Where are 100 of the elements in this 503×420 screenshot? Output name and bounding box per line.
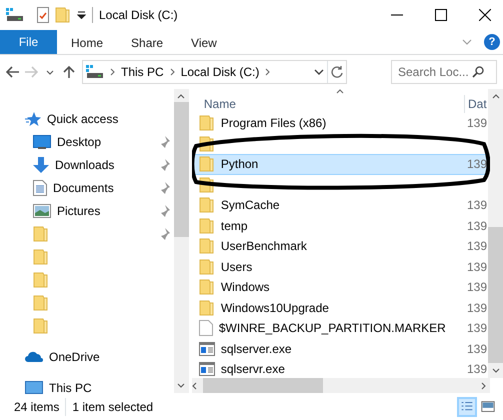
- date-cell-text: 139: [467, 300, 487, 317]
- folder-icon: [198, 115, 215, 132]
- file-name: temp: [220, 218, 249, 235]
- window-icon: [198, 342, 215, 356]
- date-cell-text: 139: [467, 320, 487, 338]
- folder-icon: [33, 248, 49, 264]
- file-row[interactable]: Python 139: [192, 154, 488, 174]
- sidebar-item[interactable]: Downloads: [55, 156, 114, 174]
- file-row[interactable]: $WINRE_BACKUP_PARTITION.MARKER 139: [192, 318, 488, 338]
- file-row[interactable]: sqlserver.exe 139: [192, 338, 488, 359]
- file-name: Program Files (x86): [220, 115, 328, 132]
- cloud-icon: [25, 350, 43, 362]
- sidebar-item[interactable]: Desktop: [57, 132, 102, 150]
- file-name: sqlserver.exe: [220, 340, 293, 358]
- file-row[interactable]: Program Files (x86) 139: [192, 113, 488, 134]
- file-name: Windows10Upgrade: [220, 300, 330, 317]
- chevron-down-icon[interactable]: [314, 69, 324, 75]
- file-name: Windows: [220, 279, 271, 296]
- monitor-icon: [25, 380, 43, 394]
- sidebar-item[interactable]: OneDrive: [49, 348, 100, 366]
- ribbon-tab[interactable]: File: [0, 30, 57, 54]
- file-row[interactable]: Users 139: [192, 256, 488, 277]
- checklist-icon: [37, 7, 49, 23]
- date-cell-text: 139: [467, 279, 487, 296]
- help-button[interactable]: ?: [484, 34, 500, 50]
- file-name: sqlservr.exe: [220, 361, 286, 378]
- chevron-right-icon: [480, 382, 486, 390]
- ribbon-tab[interactable]: View: [177, 30, 231, 55]
- up-arrow-icon[interactable]: [63, 66, 76, 78]
- file-name: Users: [220, 258, 254, 276]
- refresh-icon[interactable]: [331, 66, 343, 78]
- folder-icon: [198, 156, 215, 172]
- file-row[interactable]: Windows 139: [192, 277, 488, 298]
- window-icon: [198, 362, 215, 376]
- folder-icon: [33, 318, 49, 334]
- dropdown-icon[interactable]: [77, 11, 86, 19]
- sidebar-item[interactable]: Pictures: [57, 202, 100, 220]
- file-row[interactable]: Windows10Upgrade 139: [192, 298, 488, 318]
- file-row[interactable]: temp 139: [192, 216, 488, 236]
- breadcrumb-item[interactable]: Local Disk (C:): [180, 63, 260, 81]
- sidebar-item[interactable]: Quick access: [47, 110, 118, 128]
- chevron-down-icon: [492, 368, 500, 373]
- back-arrow-icon[interactable]: [6, 66, 19, 78]
- drive-icon: [6, 8, 24, 22]
- status-text: 1 item selected: [71, 398, 154, 416]
- search-field[interactable]: Search Loc...: [392, 63, 472, 81]
- scrollbar[interactable]: [192, 378, 490, 393]
- sort-caret-icon: [336, 89, 344, 94]
- monitor-icon: [33, 134, 51, 148]
- date-cell-text: 139: [467, 156, 487, 174]
- folder-icon: [198, 279, 215, 296]
- folder-icon: [198, 218, 215, 234]
- chevron-right-icon: [265, 68, 270, 76]
- chevron-right-icon: [170, 68, 175, 76]
- date-cell-text: 139: [467, 218, 487, 235]
- down-arrow-icon: [33, 156, 49, 172]
- file-name: Python: [220, 156, 260, 174]
- file-name: UserBenchmark: [220, 238, 308, 256]
- column-header[interactable]: Name: [204, 95, 464, 113]
- scrollbar[interactable]: [174, 89, 189, 393]
- drive-icon: [86, 65, 104, 79]
- search-box[interactable]: Search Loc...: [391, 60, 497, 84]
- file-name: $WINRE_BACKUP_PARTITION.MARKER: [218, 320, 447, 338]
- date-cell-text: 139: [467, 361, 487, 378]
- chevron-left-icon: [192, 382, 197, 390]
- ribbon-tab[interactable]: Share: [117, 30, 178, 55]
- file-row[interactable]: sqlservr.exe 139: [192, 359, 488, 380]
- document-icon: [33, 180, 47, 196]
- folder-icon: [33, 272, 49, 288]
- details-view-icon[interactable]: [458, 398, 476, 416]
- folder-icon: [55, 7, 71, 23]
- date-cell-text: 139: [467, 340, 487, 358]
- folder-icon: [198, 258, 215, 275]
- sidebar-item[interactable]: This PC: [49, 378, 92, 396]
- file-name: SymCache: [220, 197, 281, 214]
- maximize-icon[interactable]: [435, 9, 447, 21]
- scrollbar[interactable]: [488, 89, 503, 378]
- picture-icon: [33, 204, 51, 218]
- breadcrumb-item[interactable]: This PC: [121, 63, 164, 81]
- chevron-down-icon: [177, 383, 186, 388]
- folder-icon: [33, 294, 49, 310]
- search-icon: [472, 66, 484, 78]
- file-icon: [198, 320, 213, 336]
- ribbon-tab[interactable]: Home: [57, 30, 118, 55]
- address-bar[interactable]: This PC Local Disk (C:): [82, 60, 347, 84]
- chevron-up-icon: [177, 94, 186, 99]
- date-cell-text: 139: [467, 238, 487, 256]
- sidebar-item[interactable]: Documents: [53, 178, 114, 196]
- window-title: Local Disk (C:): [99, 7, 178, 24]
- date-cell-text: 139: [467, 258, 487, 276]
- folder-icon: [33, 226, 49, 242]
- close-icon[interactable]: [479, 9, 491, 21]
- folder-icon: [198, 197, 215, 214]
- star-icon: [25, 110, 41, 126]
- status-text: 24 items: [14, 398, 66, 416]
- file-row[interactable]: SymCache 139: [192, 195, 488, 216]
- chevron-up-icon: [492, 94, 500, 99]
- chevron-right-icon: [110, 68, 115, 76]
- file-row[interactable]: UserBenchmark 139: [192, 236, 488, 256]
- folder-icon: [198, 238, 215, 254]
